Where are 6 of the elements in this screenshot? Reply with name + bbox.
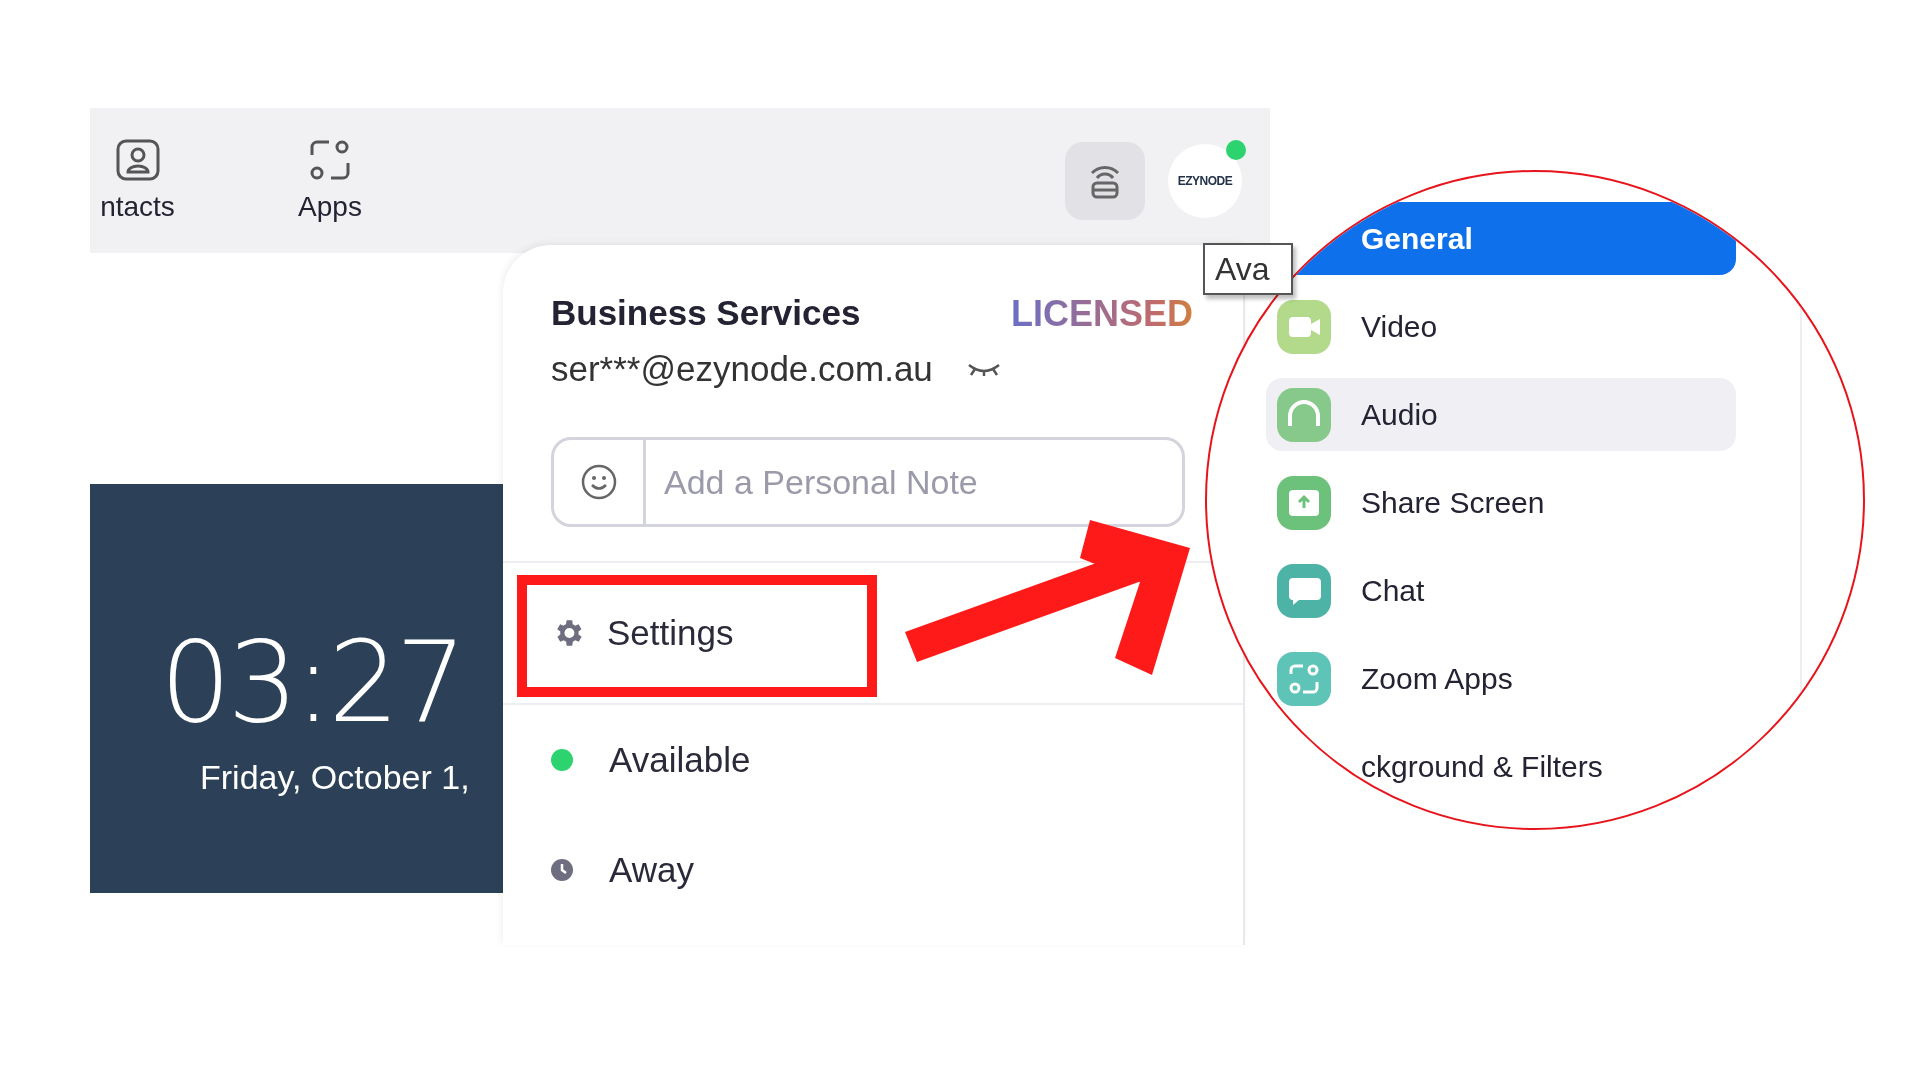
clock-time: 03:27 [160, 626, 464, 738]
account-name: Business Services [551, 293, 861, 333]
account-email: ser***@ezynode.com.au [551, 349, 933, 389]
avatar-logo-text: EZYNODE [1177, 173, 1233, 188]
clock-date: Friday, October 1, [200, 758, 471, 797]
tooltip: Ava [1203, 243, 1293, 295]
